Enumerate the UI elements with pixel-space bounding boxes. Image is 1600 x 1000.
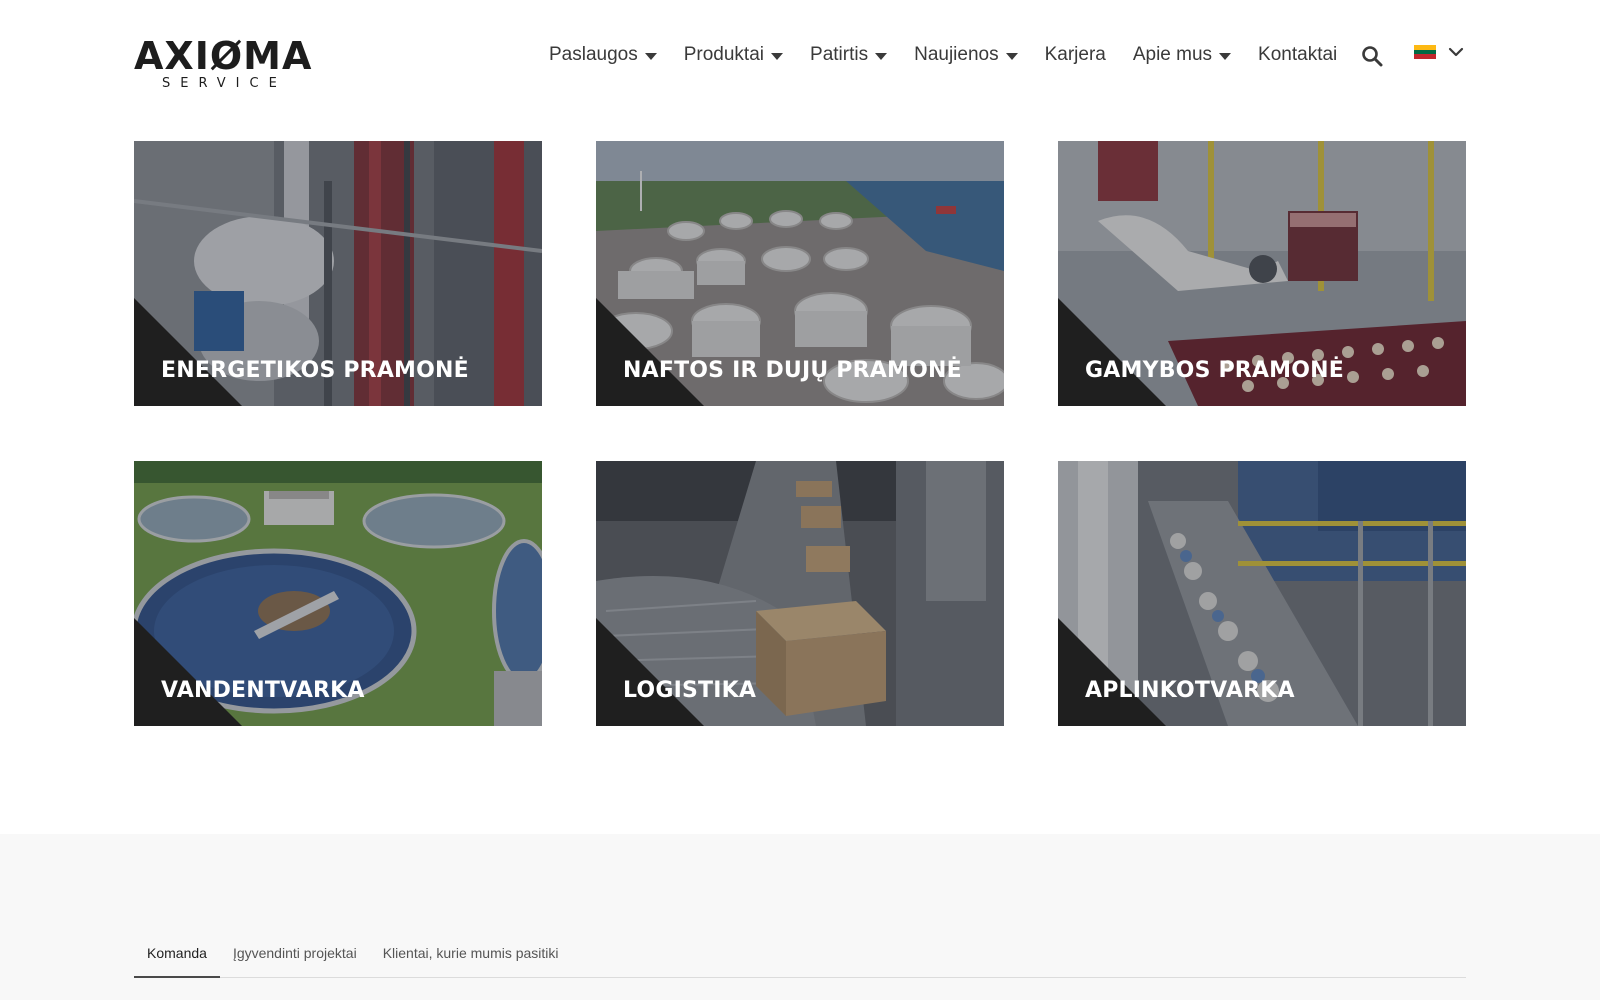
section-tabs: Komanda Įgyvendinti projektai Klientai, …: [134, 942, 1466, 978]
nav-item-label: Apie mus: [1132, 44, 1213, 65]
nav-item-apie-mus[interactable]: Apie mus: [1132, 44, 1232, 66]
language-selector[interactable]: [1414, 42, 1464, 62]
nav-item-patirtis[interactable]: Patirtis: [810, 44, 888, 66]
caret-down-icon: [875, 52, 888, 60]
industry-card-label: VANDENTVARKA: [161, 678, 365, 703]
tab-komanda[interactable]: Komanda: [134, 942, 220, 978]
nav-item-label: Patirtis: [810, 44, 869, 65]
tab-klientai[interactable]: Klientai, kurie mumis pasitiki: [370, 942, 572, 978]
nav-item-naujienos[interactable]: Naujienos: [914, 44, 1018, 66]
caret-down-icon: [771, 52, 784, 60]
logo-wordmark: AXIØMA: [134, 34, 313, 78]
caret-down-icon: [1005, 52, 1018, 60]
nav-item-paslaugos[interactable]: Paslaugos: [549, 44, 657, 66]
industry-card-naftos-ir-duju[interactable]: NAFTOS IR DUJŲ PRAMONĖ: [596, 141, 1004, 406]
search-icon[interactable]: [1361, 45, 1383, 67]
nav-item-produktai[interactable]: Produktai: [683, 44, 784, 66]
tab-igyvendinti-projektai[interactable]: Įgyvendinti projektai: [220, 942, 370, 978]
industry-card-label: LOGISTIKA: [623, 678, 757, 703]
industry-card-label: ENERGETIKOS PRAMONĖ: [161, 358, 469, 383]
industry-card-aplinkotvarka[interactable]: APLINKOTVARKA: [1058, 461, 1466, 726]
nav-item-label: Paslaugos: [549, 44, 638, 65]
nav-item-kontaktai[interactable]: Kontaktai: [1258, 44, 1337, 66]
industry-card-gamybos[interactable]: GAMYBOS PRAMONĖ: [1058, 141, 1466, 406]
nav-item-label: Karjera: [1044, 44, 1106, 65]
industry-card-label: GAMYBOS PRAMONĖ: [1085, 358, 1345, 383]
nav-item-karjera[interactable]: Karjera: [1045, 44, 1106, 66]
caret-down-icon: [1219, 52, 1232, 60]
industry-card-vandentvarka[interactable]: VANDENTVARKA: [134, 461, 542, 726]
industry-card-logistika[interactable]: LOGISTIKA: [596, 461, 1004, 726]
logo-subtitle: SERVICE: [162, 76, 287, 91]
industry-card-label: NAFTOS IR DUJŲ PRAMONĖ: [623, 358, 962, 383]
nav-item-label: Kontaktai: [1258, 44, 1338, 65]
logo[interactable]: AXIØMA SERVICE: [134, 34, 313, 92]
nav-item-label: Naujienos: [914, 44, 999, 65]
site-header: AXIØMA SERVICE Paslaugos Produktai Patir…: [0, 0, 1600, 120]
industry-card-label: APLINKOTVARKA: [1085, 678, 1295, 703]
lithuania-flag-icon: [1414, 45, 1436, 60]
nav-item-label: Produktai: [683, 44, 765, 65]
caret-down-icon: [644, 52, 657, 60]
about-section: Komanda Įgyvendinti projektai Klientai, …: [0, 834, 1600, 1000]
industry-card-energetikos[interactable]: ENERGETIKOS PRAMONĖ: [134, 141, 542, 406]
main-nav: Paslaugos Produktai Patirtis Naujienos K…: [549, 38, 1337, 72]
chevron-down-icon: [1448, 47, 1464, 57]
